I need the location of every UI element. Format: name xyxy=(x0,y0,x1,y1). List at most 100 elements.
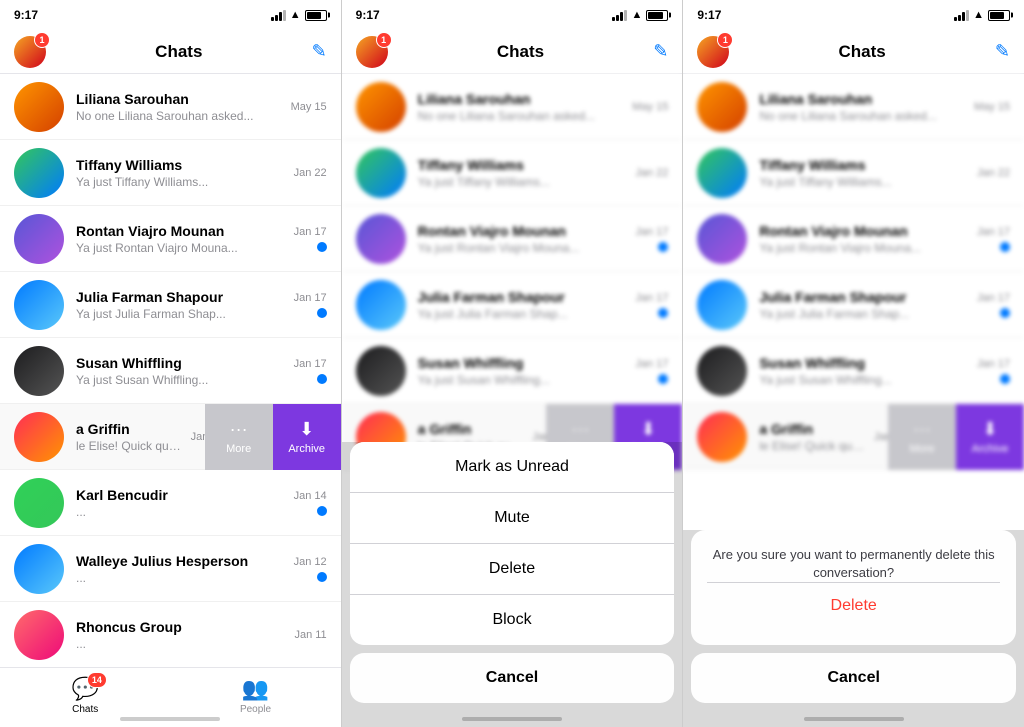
profile-avatar[interactable]: 1 xyxy=(356,36,388,68)
chat-list-item[interactable]: Liliana Sarouhan No one Liliana Sarouhan… xyxy=(342,74,683,140)
chat-list-item[interactable]: Walleye Julius Hesperson ... Jan 12 xyxy=(0,536,341,602)
chat-preview: Ya just Susan Whiffling... xyxy=(759,373,969,387)
status-icons: ▲ xyxy=(612,9,668,21)
more-button[interactable]: ··· More xyxy=(888,404,956,470)
alert-message: Are you sure you want to permanently del… xyxy=(707,546,1000,582)
profile-avatar[interactable]: 1 xyxy=(14,36,46,68)
status-bar: 9:17 ▲ xyxy=(0,0,341,30)
chat-meta: Jan 11 xyxy=(294,629,326,641)
chat-avatar xyxy=(14,412,64,462)
notification-badge: 1 xyxy=(717,32,733,48)
home-indicator xyxy=(120,717,220,721)
action-sheet-cancel[interactable]: Cancel xyxy=(350,653,675,703)
unread-indicator xyxy=(1000,374,1010,384)
chat-content: a Griffin le Elise! Quick question for y… xyxy=(76,421,183,453)
chat-list-item[interactable]: Susan Whiffling Ya just Susan Whiffling.… xyxy=(683,338,1024,404)
chat-list-item[interactable]: Susan Whiffling Ya just Susan Whiffling.… xyxy=(342,338,683,404)
chat-list-item[interactable]: a Griffin le Elise! Quick question for y… xyxy=(683,404,1024,470)
chat-time: May 15 xyxy=(632,101,668,113)
chat-time: May 15 xyxy=(291,101,327,113)
wifi-icon: ▲ xyxy=(290,9,301,21)
chat-preview: ... xyxy=(76,571,286,585)
chat-content: Tiffany Williams Ya just Tiffany William… xyxy=(418,157,628,189)
archive-button[interactable]: ⬇ Archive xyxy=(956,404,1024,470)
chat-time: Jan 22 xyxy=(635,167,668,179)
tab-chats[interactable]: 💬 14 Chats xyxy=(0,668,170,723)
compose-icon[interactable]: ✎ xyxy=(312,41,327,62)
chat-avatar xyxy=(14,610,64,660)
archive-label: Archive xyxy=(972,443,1009,455)
chat-list-item[interactable]: Rontan Viajro Mounan Ya just Rontan Viaj… xyxy=(342,206,683,272)
tab-people[interactable]: 👥 People xyxy=(170,668,340,723)
alert-dialog: Are you sure you want to permanently del… xyxy=(691,530,1016,645)
chat-meta: Jan 15 xyxy=(532,431,565,443)
chat-time: Jan 17 xyxy=(635,226,668,238)
chat-list: Liliana Sarouhan No one Liliana Sarouhan… xyxy=(0,74,341,668)
unread-indicator xyxy=(658,308,668,318)
chat-time: Jan 11 xyxy=(294,629,326,641)
chat-list-item[interactable]: Tiffany Williams Ya just Tiffany William… xyxy=(683,140,1024,206)
chat-time: Jan 15 xyxy=(874,431,907,443)
chat-list-item[interactable]: Liliana Sarouhan No one Liliana Sarouhan… xyxy=(0,74,341,140)
more-icon: ··· xyxy=(230,419,248,440)
action-sheet-item[interactable]: Mark as Unread xyxy=(350,442,675,493)
chat-name: Karl Bencudir xyxy=(76,487,286,503)
status-time: 9:17 xyxy=(14,8,38,22)
chat-content: Julia Farman Shapour Ya just Julia Farma… xyxy=(418,289,628,321)
chat-list-item[interactable]: Julia Farman Shapour Ya just Julia Farma… xyxy=(342,272,683,338)
chat-avatar xyxy=(356,148,406,198)
chat-list-item[interactable]: Rhoncus Group ... Jan 11 xyxy=(0,602,341,668)
chat-preview: Ya just Tiffany Williams... xyxy=(76,175,286,189)
action-sheet-item[interactable]: Mute xyxy=(350,493,675,544)
chat-preview: Ya just Julia Farman Shap... xyxy=(759,307,969,321)
chat-list-item[interactable]: Julia Farman Shapour Ya just Julia Farma… xyxy=(0,272,341,338)
battery-icon xyxy=(988,10,1010,21)
people-icon: 👥 xyxy=(242,676,269,702)
chat-list-item[interactable]: Tiffany Williams Ya just Tiffany William… xyxy=(342,140,683,206)
action-sheet-item[interactable]: Block xyxy=(350,595,675,645)
action-sheet-overlay: Mark as UnreadMuteDeleteBlock Cancel xyxy=(342,442,683,727)
archive-button[interactable]: ⬇ Archive xyxy=(273,404,341,470)
chat-list-item[interactable]: Rontan Viajro Mounan Ya just Rontan Viaj… xyxy=(0,206,341,272)
chat-avatar xyxy=(697,214,747,264)
page-title: Chats xyxy=(155,42,202,62)
chat-preview: No one Liliana Sarouhan asked... xyxy=(418,109,625,123)
chat-name: Liliana Sarouhan xyxy=(418,91,625,107)
chat-content: Susan Whiffling Ya just Susan Whiffling.… xyxy=(76,355,286,387)
chat-list-item[interactable]: a Griffin le Elise! Quick question for y… xyxy=(0,404,341,470)
chat-content: Liliana Sarouhan No one Liliana Sarouhan… xyxy=(418,91,625,123)
unread-indicator xyxy=(1000,308,1010,318)
chat-preview: Ya just Julia Farman Shap... xyxy=(418,307,628,321)
compose-icon[interactable]: ✎ xyxy=(995,41,1010,62)
chat-name: Liliana Sarouhan xyxy=(759,91,966,107)
chat-list-item[interactable]: Susan Whiffling Ya just Susan Whiffling.… xyxy=(0,338,341,404)
archive-label: Archive xyxy=(288,443,325,455)
phone-panel-2: 9:17 ▲ 1 Chats ✎ Liliana Sarouhan xyxy=(342,0,684,727)
chat-time: Jan 17 xyxy=(977,292,1010,304)
chat-meta: Jan 17 xyxy=(635,292,668,318)
chat-list-item[interactable]: Rontan Viajro Mounan Ya just Rontan Viaj… xyxy=(683,206,1024,272)
profile-avatar[interactable]: 1 xyxy=(697,36,729,68)
more-button[interactable]: ··· More xyxy=(205,404,273,470)
unread-indicator xyxy=(317,308,327,318)
alert-cancel-button[interactable]: Cancel xyxy=(691,653,1016,703)
chat-avatar xyxy=(14,346,64,396)
more-icon: ··· xyxy=(571,419,589,440)
compose-icon[interactable]: ✎ xyxy=(653,41,668,62)
alert-delete-button[interactable]: Delete xyxy=(707,582,1000,629)
chat-time: Jan 17 xyxy=(294,358,327,370)
chat-list-item[interactable]: Julia Farman Shapour Ya just Julia Farma… xyxy=(683,272,1024,338)
chat-meta: Jan 15 xyxy=(874,431,907,443)
unread-indicator xyxy=(317,374,327,384)
archive-icon: ⬇ xyxy=(641,419,656,440)
chat-list-item[interactable]: Liliana Sarouhan No one Liliana Sarouhan… xyxy=(683,74,1024,140)
chat-list-item[interactable]: Tiffany Williams Ya just Tiffany William… xyxy=(0,140,341,206)
chat-list-item[interactable]: Karl Bencudir ... Jan 14 xyxy=(0,470,341,536)
status-icons: ▲ xyxy=(271,9,327,21)
chat-meta: Jan 12 xyxy=(294,556,327,582)
chat-list: Liliana Sarouhan No one Liliana Sarouhan… xyxy=(342,74,683,470)
chat-name: Tiffany Williams xyxy=(76,157,286,173)
chat-time: Jan 17 xyxy=(635,292,668,304)
action-sheet-item[interactable]: Delete xyxy=(350,544,675,595)
chat-content: Susan Whiffling Ya just Susan Whiffling.… xyxy=(418,355,628,387)
